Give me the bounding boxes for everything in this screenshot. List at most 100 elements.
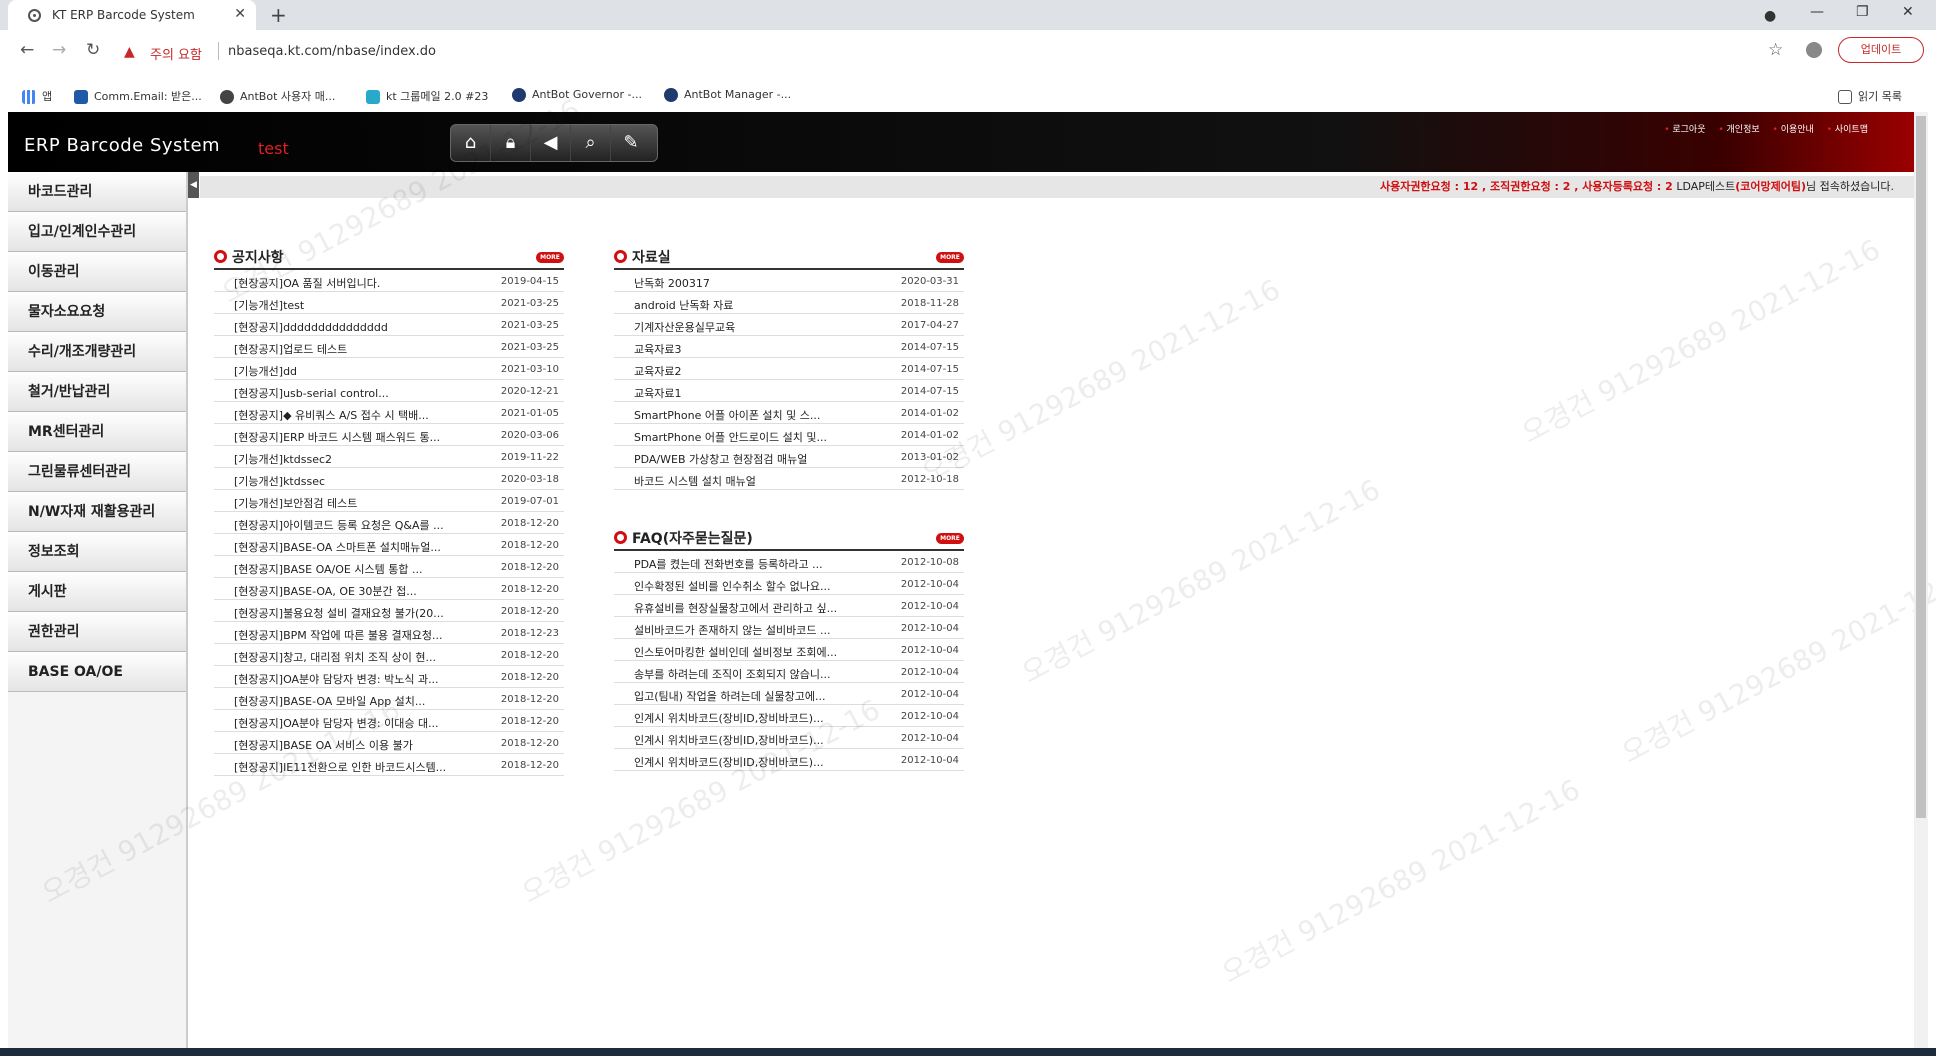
bookmark-apps[interactable]: 앱: [22, 88, 52, 104]
list-item[interactable]: PDA를 켰는데 전화번호를 등록하라고 ... 2012-10-08: [614, 551, 964, 573]
request-counts[interactable]: 사용자권한요청 : 12 , 조직권한요청 : 2 , 사용자등록요청 : 2: [1380, 180, 1673, 193]
item-title[interactable]: [현장공지]창고, 대리점 위치 조직 상이 현...: [234, 649, 436, 665]
minimize-icon[interactable]: —: [1810, 4, 1824, 20]
item-title[interactable]: 인계시 위치바코드(장비ID,장비바코드)...: [634, 754, 824, 770]
list-item[interactable]: [기능개선]dd 2021-03-10: [214, 358, 564, 380]
item-title[interactable]: 바코드 시스템 설치 매뉴얼: [634, 473, 756, 489]
list-item[interactable]: 설비바코드가 존재하지 않는 설비바코드 ... 2012-10-04: [614, 617, 964, 639]
list-item[interactable]: [현장공지]BASE OA 서비스 이용 불가 2018-12-20: [214, 732, 564, 754]
item-title[interactable]: 교육자료1: [634, 385, 681, 401]
sidebar-item-removal[interactable]: 철거/반납관리: [8, 372, 186, 412]
item-title[interactable]: [현장공지]BASE-OA 모바일 App 설치...: [234, 693, 425, 709]
list-item[interactable]: PDA/WEB 가상창고 현장점검 매뉴얼 2013-01-02: [614, 446, 964, 468]
list-item[interactable]: [현장공지]불용요청 설비 결재요청 불가(20... 2018-12-20: [214, 600, 564, 622]
maximize-icon[interactable]: ❐: [1856, 4, 1869, 20]
speaker-icon[interactable]: ◀: [531, 125, 571, 161]
list-item[interactable]: [현장공지]BASE-OA, OE 30분간 접... 2018-12-20: [214, 578, 564, 600]
item-title[interactable]: [현장공지]BASE-OA 스마트폰 설치매뉴얼...: [234, 539, 441, 555]
item-title[interactable]: [현장공지]불용요청 설비 결재요청 불가(20...: [234, 605, 444, 621]
item-title[interactable]: SmartPhone 어플 아이폰 설치 및 스...: [634, 407, 820, 423]
item-title[interactable]: 입고(팀내) 작업을 하려는데 실물창고에...: [634, 688, 825, 704]
item-title[interactable]: 유휴설비를 현장실물창고에서 관리하고 싶...: [634, 600, 837, 616]
item-title[interactable]: [현장공지]◆ 유비쿼스 A/S 접수 시 택배...: [234, 407, 429, 423]
home-icon[interactable]: ⌂: [451, 125, 491, 161]
new-tab-icon[interactable]: +: [270, 3, 287, 27]
list-item[interactable]: 인계시 위치바코드(장비ID,장비바코드)... 2012-10-04: [614, 749, 964, 771]
sidebar-item-barcode[interactable]: 바코드관리: [8, 172, 186, 212]
profile-dropdown-icon[interactable]: ●: [1764, 8, 1776, 24]
update-button[interactable]: 업데이트: [1838, 37, 1924, 63]
item-title[interactable]: [현장공지]ddddddddddddddd: [234, 319, 388, 335]
sidebar-item-movement[interactable]: 이동관리: [8, 252, 186, 292]
list-item[interactable]: [현장공지]ddddddddddddddd 2021-03-25: [214, 314, 564, 336]
sidebar-item-recycling[interactable]: N/W자재 재활용관리: [8, 492, 186, 532]
bookmark-comm-email[interactable]: Comm.Email: 받은...: [74, 88, 202, 104]
list-item[interactable]: [현장공지]OA 품질 서버입니다. 2019-04-15: [214, 270, 564, 292]
sidebar-item-board[interactable]: 게시판: [8, 572, 186, 612]
list-item[interactable]: 인수확정된 설비를 인수취소 할수 없나요... 2012-10-04: [614, 573, 964, 595]
window-close-icon[interactable]: ✕: [1902, 4, 1914, 20]
list-item[interactable]: 난독화 200317 2020-03-31: [614, 270, 964, 292]
list-item[interactable]: [현장공지]BASE-OA 모바일 App 설치... 2018-12-20: [214, 688, 564, 710]
item-title[interactable]: 기계자산운용실무교육: [634, 319, 735, 335]
sidebar-item-info-query[interactable]: 정보조회: [8, 532, 186, 572]
item-title[interactable]: [현장공지]IE11전환으로 인한 바코드시스템...: [234, 759, 446, 775]
reading-list[interactable]: 읽기 목록: [1838, 88, 1902, 104]
item-title[interactable]: [현장공지]BASE OA 서비스 이용 불가: [234, 737, 413, 753]
close-tab-icon[interactable]: ✕: [234, 6, 246, 22]
list-item[interactable]: [현장공지]◆ 유비쿼스 A/S 접수 시 택배... 2021-01-05: [214, 402, 564, 424]
lock-icon[interactable]: 🔒︎: [491, 125, 531, 161]
reload-icon[interactable]: ↻: [86, 40, 100, 60]
item-title[interactable]: [현장공지]업로드 테스트: [234, 341, 347, 357]
personal-info-link[interactable]: 개인정보: [1718, 125, 1759, 135]
list-item[interactable]: 송부를 하려는데 조직이 조회되지 않습니... 2012-10-04: [614, 661, 964, 683]
url-field[interactable]: nbaseqa.kt.com/nbase/index.do: [228, 44, 436, 59]
item-title[interactable]: [기능개선]dd: [234, 363, 297, 379]
edit-icon[interactable]: ✎: [611, 125, 651, 161]
list-item[interactable]: [현장공지]창고, 대리점 위치 조직 상이 현... 2018-12-20: [214, 644, 564, 666]
item-title[interactable]: [기능개선]test: [234, 297, 304, 313]
sidebar-item-permissions[interactable]: 권한관리: [8, 612, 186, 652]
item-title[interactable]: [기능개선]ktdssec: [234, 473, 325, 489]
search-icon[interactable]: ⌕: [571, 125, 611, 161]
item-title[interactable]: [현장공지]OA 품질 서버입니다.: [234, 275, 380, 291]
list-item[interactable]: [기능개선]ktdssec2 2019-11-22: [214, 446, 564, 468]
list-item[interactable]: 기계자산운용실무교육 2017-04-27: [614, 314, 964, 336]
browser-tab[interactable]: KT ERP Barcode System ✕: [8, 0, 256, 30]
security-warning[interactable]: 주의 요함: [150, 44, 202, 63]
list-item[interactable]: 인계시 위치바코드(장비ID,장비바코드)... 2012-10-04: [614, 705, 964, 727]
item-title[interactable]: 교육자료3: [634, 341, 681, 357]
list-item[interactable]: [현장공지]BASE-OA 스마트폰 설치매뉴얼... 2018-12-20: [214, 534, 564, 556]
list-item[interactable]: 유휴설비를 현장실물창고에서 관리하고 싶... 2012-10-04: [614, 595, 964, 617]
list-item[interactable]: 입고(팀내) 작업을 하려는데 실물창고에... 2012-10-04: [614, 683, 964, 705]
list-item[interactable]: [기능개선]test 2021-03-25: [214, 292, 564, 314]
item-title[interactable]: 송부를 하려는데 조직이 조회되지 않습니...: [634, 666, 831, 682]
item-title[interactable]: 인계시 위치바코드(장비ID,장비바코드)...: [634, 732, 824, 748]
guide-link[interactable]: 이용안내: [1773, 125, 1814, 135]
list-item[interactable]: [현장공지]아이템코드 등록 요청은 Q&A를 ... 2018-12-20: [214, 512, 564, 534]
item-title[interactable]: 인스토어마킹한 설비인데 설비정보 조회에...: [634, 644, 837, 660]
list-item[interactable]: [현장공지]usb-serial control... 2020-12-21: [214, 380, 564, 402]
sidebar-collapse-icon[interactable]: ◀: [188, 172, 199, 198]
sidebar-item-receiving[interactable]: 입고/인계인수관리: [8, 212, 186, 252]
list-item[interactable]: 바코드 시스템 설치 매뉴얼 2012-10-18: [614, 468, 964, 490]
item-title[interactable]: 인계시 위치바코드(장비ID,장비바코드)...: [634, 710, 824, 726]
item-title[interactable]: PDA/WEB 가상창고 현장점검 매뉴얼: [634, 451, 807, 467]
bookmark-antbot-user[interactable]: AntBot 사용자 매...: [220, 88, 335, 104]
item-title[interactable]: [기능개선]ktdssec2: [234, 451, 332, 467]
list-item[interactable]: 교육자료3 2014-07-15: [614, 336, 964, 358]
item-title[interactable]: android 난독화 자료: [634, 297, 733, 313]
item-title[interactable]: PDA를 켰는데 전화번호를 등록하라고 ...: [634, 556, 823, 572]
list-item[interactable]: 교육자료2 2014-07-15: [614, 358, 964, 380]
list-item[interactable]: [기능개선]보안점검 테스트 2019-07-01: [214, 490, 564, 512]
bookmark-star-icon[interactable]: ☆: [1768, 40, 1783, 60]
list-item[interactable]: [현장공지]BASE OA/OE 시스템 통합 ... 2018-12-20: [214, 556, 564, 578]
item-title[interactable]: [현장공지]BASE OA/OE 시스템 통합 ...: [234, 561, 422, 577]
sidebar-item-repair[interactable]: 수리/개조개량관리: [8, 332, 186, 372]
list-item[interactable]: [현장공지]ERP 바코드 시스템 패스워드 통... 2020-03-06: [214, 424, 564, 446]
item-title[interactable]: 난독화 200317: [634, 275, 710, 291]
item-title[interactable]: [기능개선]보안점검 테스트: [234, 495, 357, 511]
list-item[interactable]: 교육자료1 2014-07-15: [614, 380, 964, 402]
list-item[interactable]: android 난독화 자료 2018-11-28: [614, 292, 964, 314]
item-title[interactable]: [현장공지]아이템코드 등록 요청은 Q&A를 ...: [234, 517, 444, 533]
